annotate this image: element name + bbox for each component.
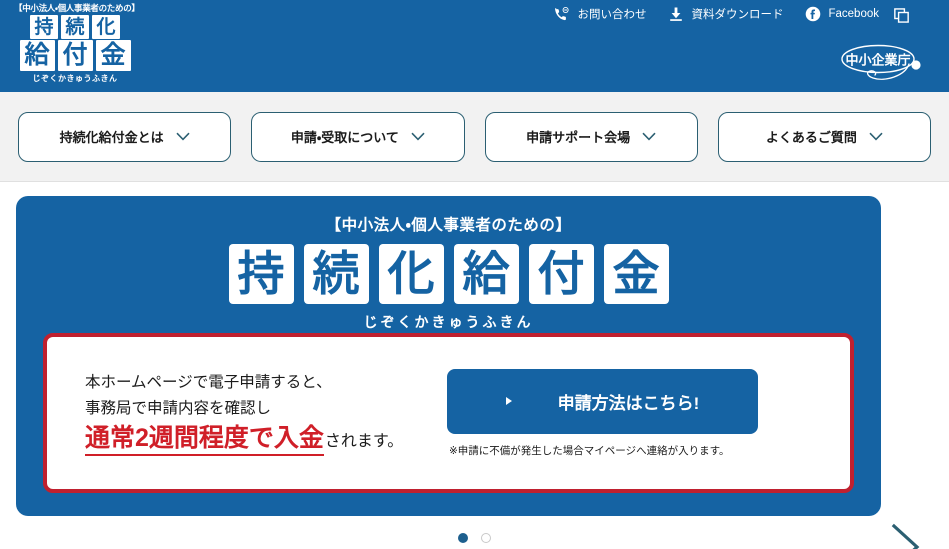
download-icon [668,6,684,22]
logo-char: 給 [19,40,55,71]
play-triangle-icon [505,397,512,405]
carousel-dot-1[interactable] [458,533,468,543]
site-logo[interactable]: 【中小法人・個人事業者のための】 持 続 化 給 付 金 じぞくかきゅうふきん [14,2,140,84]
nav-item-support-venue[interactable]: 申請サポート会場 [484,111,698,162]
hero-slide: 【中小法人・個人事業者のための】 持 続 化 給 付 金 じぞくかきゅうふきん … [16,196,881,516]
logo-char: 金 [95,40,131,71]
hero-title-char: 付 [528,244,594,304]
chevron-down-icon [176,132,190,141]
hero-card-text: 本ホームページで電子申請すると、 事務局で申請内容を確認し 通常2週間程度で入金… [47,370,447,457]
logo-char: 持 [30,15,58,39]
header-link-label: お問い合わせ [577,9,647,21]
chevron-down-icon [411,132,425,141]
agency-label: 中小企業庁 [845,53,910,68]
external-link-icon[interactable] [894,8,909,23]
hero-card-action: 申請方法はこちら! ※申請に不備が発生した場合マイページへ連絡が入ります。 [447,368,850,458]
hero-card-emphasis-tail: されます。 [324,432,404,450]
nav-item-about[interactable]: 持続化給付金とは [18,111,232,162]
hero-card-line-2: 事務局で申請内容を確認し [85,399,272,417]
hero-title-char: 持 [228,244,294,304]
nav-item-label: 申請・受取について [290,130,399,145]
hero-card-note: ※申請に不備が発生した場合マイページへ連絡が入ります。 [449,444,730,457]
logo-row-2: 給 付 金 [14,40,136,71]
chevron-down-icon [869,132,883,141]
hero-title-char: 続 [303,244,369,304]
logo-kicker: 【中小法人・個人事業者のための】 [14,3,140,13]
hero-card-emphasis-line: 通常2週間程度で入金 されます。 [85,424,447,457]
main-navigation: 持続化給付金とは 申請・受取について 申請サポート会場 よくあるご質問 [0,92,949,182]
phone-chat-icon [554,6,570,22]
carousel-dots [0,533,949,543]
logo-ruby: じぞくかきゅうふきん [32,74,118,83]
hero-kicker: 【中小法人・個人事業者のための】 [325,217,572,234]
header-link-facebook[interactable]: Facebook [805,6,879,22]
header-link-download[interactable]: 資料ダウンロード [668,6,783,22]
nav-item-label: よくあるご質問 [765,130,857,145]
hero-title-char: 化 [378,244,444,304]
carousel-dot-2[interactable] [481,533,491,543]
nav-item-faq[interactable]: よくあるご質問 [717,111,931,162]
header-link-label: 資料ダウンロード [691,9,784,21]
logo-char: 化 [92,15,120,39]
nav-item-label: 申請サポート会場 [526,130,631,145]
logo-char: 続 [61,15,89,39]
hero-info-card: 本ホームページで電子申請すると、 事務局で申請内容を確認し 通常2週間程度で入金… [43,333,854,493]
logo-row-1: 持 続 化 [14,15,136,39]
header-link-label: Facebook [828,8,879,20]
chevron-down-icon [642,132,656,141]
hero-title: 持 続 化 給 付 金 [16,244,881,304]
hero-ruby: じぞくかきゅうふきん [363,314,534,330]
header-utility-links: お問い合わせ 資料ダウンロード Facebook [554,6,879,22]
agency-logo-icon[interactable]: 中小企業庁 [833,42,931,86]
apply-method-button[interactable]: 申請方法はこちら! [447,368,758,434]
site-header: 【中小法人・個人事業者のための】 持 続 化 給 付 金 じぞくかきゅうふきん [0,0,949,92]
hero-title-char: 給 [453,244,519,304]
page-root: 【中小法人・個人事業者のための】 持 続 化 給 付 金 じぞくかきゅうふきん [0,0,949,549]
nav-item-application[interactable]: 申請・受取について [251,111,465,162]
apply-method-button-label: 申請方法はこちら! [557,393,700,413]
hero-title-char: 金 [603,244,669,304]
nav-item-label: 持続化給付金とは [59,130,164,145]
facebook-icon [805,6,821,22]
hero-carousel: 【中小法人・個人事業者のための】 持 続 化 給 付 金 じぞくかきゅうふきん … [0,182,949,549]
hero-card-emphasis: 通常2週間程度で入金 [85,424,324,457]
header-link-contact[interactable]: お問い合わせ [554,6,646,22]
hero-card-line-1: 本ホームページで電子申請すると、 [85,373,332,391]
logo-char: 付 [57,40,93,71]
